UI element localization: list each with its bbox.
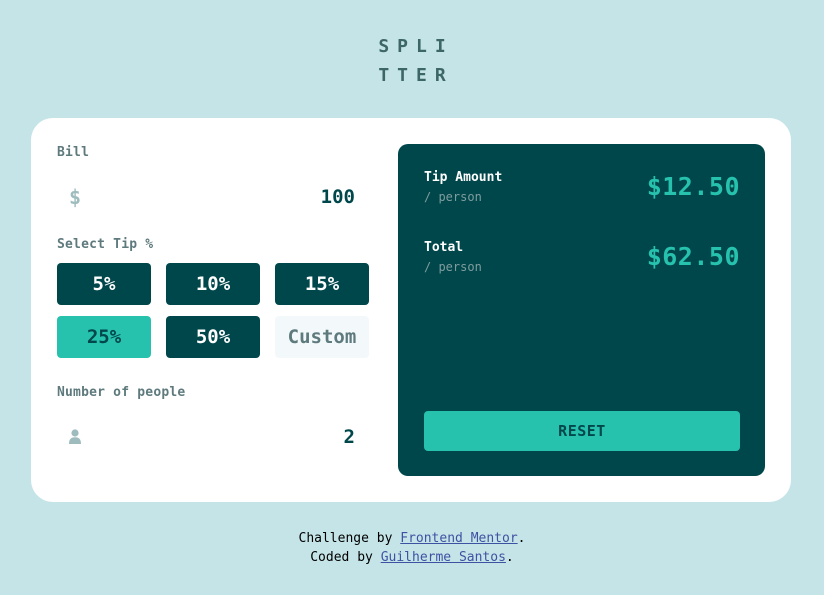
calculator-card: Bill $ 100 Select Tip % 5% 10% 15% 25% 5… [31, 118, 791, 502]
tip-button-5[interactable]: 5% [57, 263, 151, 305]
tip-amount-label: Tip Amount [424, 170, 503, 185]
tip-button-25[interactable]: 25% [57, 316, 151, 358]
dollar-icon: $ [69, 185, 82, 209]
tip-amount-value: $12.50 [646, 172, 740, 201]
results-panel: Tip Amount / person $12.50 Total / perso… [398, 144, 765, 476]
attribution-prefix-1: Challenge by [298, 531, 401, 546]
author-link[interactable]: Guilherme Santos [381, 550, 506, 565]
logo-line-2: TTER [378, 65, 454, 86]
tip-amount-sub: / person [424, 190, 482, 204]
reset-button[interactable]: RESET [424, 411, 740, 451]
bill-value: 100 [320, 186, 355, 208]
select-tip-label: Select Tip % [57, 237, 154, 252]
custom-tip-input[interactable]: Custom [275, 316, 369, 358]
total-sub: / person [424, 260, 482, 274]
attribution-suffix-1: . [517, 531, 526, 546]
bill-label: Bill [57, 145, 90, 160]
people-value: 2 [343, 426, 355, 448]
people-label: Number of people [57, 385, 186, 400]
total-label: Total [424, 240, 464, 255]
tip-button-10[interactable]: 10% [166, 263, 260, 305]
tip-button-15[interactable]: 15% [275, 263, 369, 305]
app-logo: SPLI TTER [0, 32, 824, 90]
person-icon [69, 425, 81, 449]
attribution: Challenge by Frontend Mentor. Coded by G… [0, 529, 824, 567]
attribution-suffix-2: . [505, 550, 514, 565]
attribution-line-1: Challenge by Frontend Mentor. [0, 529, 824, 548]
attribution-line-2: Coded by Guilherme Santos. [0, 548, 824, 567]
attribution-prefix-2: Coded by [310, 550, 381, 565]
bill-input[interactable]: $ 100 [57, 176, 369, 218]
frontend-mentor-link[interactable]: Frontend Mentor [400, 531, 517, 546]
total-value: $62.50 [646, 242, 740, 271]
tip-button-50[interactable]: 50% [166, 316, 260, 358]
people-input[interactable]: 2 [57, 416, 369, 458]
logo-line-1: SPLI [378, 36, 454, 57]
